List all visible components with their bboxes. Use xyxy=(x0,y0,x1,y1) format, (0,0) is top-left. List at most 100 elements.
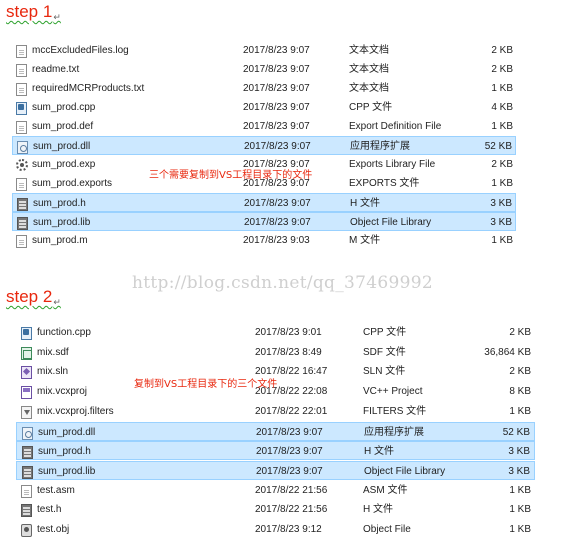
obj-file-icon xyxy=(21,524,32,537)
file-date: 2017/8/22 21:56 xyxy=(255,484,328,496)
file-row[interactable]: sum_prod.m 2017/8/23 9:03 M 文件 1 KB xyxy=(12,231,516,250)
file-name: test.obj xyxy=(37,524,70,535)
file-type: Exports Library File xyxy=(349,159,436,170)
file-size: 52 KB xyxy=(484,141,512,152)
text-doc-icon xyxy=(21,484,32,498)
file-row[interactable]: mccExcludedFiles.log 2017/8/23 9:07 文本文档 2 … xyxy=(12,41,516,60)
file-size: 2 KB xyxy=(491,45,513,56)
file-name: sum_prod.exp xyxy=(32,159,96,170)
text-doc-icon xyxy=(16,64,27,77)
file-name: test.h xyxy=(37,504,62,516)
file-size: 1 KB xyxy=(509,524,531,535)
file-row[interactable]: function.cpp 2017/8/23 9:01 CPP 文件 2 KB xyxy=(16,323,535,342)
file-type: FILTERS 文件 xyxy=(363,405,427,417)
text-doc-icon xyxy=(16,178,27,191)
file-type: H 文件 xyxy=(364,446,394,458)
file-row[interactable]: sum_prod.lib 2017/8/23 9:07 Object File Li… xyxy=(16,460,535,480)
file-date: 2017/8/23 9:01 xyxy=(255,327,322,338)
file-type: ASM 文件 xyxy=(363,484,408,496)
file-size: 1 KB xyxy=(491,178,513,189)
file-name: sum_prod.dll xyxy=(33,141,91,152)
file-name: mix.sln xyxy=(37,366,69,378)
filters-file-icon xyxy=(21,405,32,419)
file-name: sum_prod.m xyxy=(32,235,88,246)
file-type: SLN 文件 xyxy=(363,366,406,378)
file-size: 3 KB xyxy=(508,446,530,458)
file-size: 1 KB xyxy=(491,83,513,94)
file-type: CPP 文件 xyxy=(363,327,407,338)
file-date: 2017/8/23 9:07 xyxy=(243,64,310,75)
file-row[interactable]: sum_prod.dll 2017/8/23 9:07 应用程序扩展 52 KB xyxy=(12,136,516,155)
file-name: readme.txt xyxy=(32,64,80,75)
file-row[interactable]: test.h 2017/8/22 21:56 H 文件 1 KB xyxy=(16,500,535,519)
dll-file-icon xyxy=(22,426,33,440)
file-type: M 文件 xyxy=(349,235,381,246)
file-date: 2017/8/23 9:07 xyxy=(256,465,323,477)
file-row[interactable]: test.obj 2017/8/23 9:12 Object File 1 KB xyxy=(16,520,535,539)
lib-file-icon xyxy=(17,217,28,230)
file-name: mix.vcxproj xyxy=(37,386,88,398)
file-date: 2017/8/23 9:07 xyxy=(243,45,310,56)
file-type: SDF 文件 xyxy=(363,346,406,358)
file-type: 文本文档 xyxy=(349,45,389,56)
file-date: 2017/8/23 9:07 xyxy=(243,83,310,94)
file-row[interactable]: mix.sdf 2017/8/23 8:49 SDF 文件 36,864 KB xyxy=(16,343,535,362)
file-row[interactable]: sum_prod.h 2017/8/23 9:07 H 文件 3 KB xyxy=(12,193,516,212)
file-size: 1 KB xyxy=(509,504,531,516)
file-date: 2017/8/23 9:07 xyxy=(256,426,323,438)
file-name: sum_prod.lib xyxy=(33,217,91,228)
file-name: mix.vcxproj.filters xyxy=(37,405,114,417)
file-size: 2 KB xyxy=(491,64,513,75)
file-row[interactable]: sum_prod.def 2017/8/23 9:07 Export Definit… xyxy=(12,117,516,136)
watermark: http://blog.csdn.net/qq_37469992 xyxy=(132,273,433,293)
file-row[interactable]: sum_prod.lib 2017/8/23 9:07 Object File Li… xyxy=(12,212,516,231)
file-size: 3 KB xyxy=(490,217,512,228)
file-name: sum_prod.def xyxy=(32,121,94,132)
file-date: 2017/8/23 9:07 xyxy=(244,141,311,152)
def-file-icon xyxy=(16,121,27,134)
file-row[interactable]: mix.vcxproj.filters 2017/8/22 22:01 FILTER… xyxy=(16,402,535,421)
header-file-icon xyxy=(21,504,32,518)
file-size: 3 KB xyxy=(508,465,530,477)
file-row[interactable]: sum_prod.cpp 2017/8/23 9:07 CPP 文件 4 KB xyxy=(12,98,516,117)
file-row[interactable]: sum_prod.dll 2017/8/23 9:07 应用程序扩展 52 KB xyxy=(16,421,535,441)
lib-file-icon xyxy=(22,465,33,479)
file-date: 2017/8/23 9:07 xyxy=(244,217,311,228)
file-date: 2017/8/23 9:12 xyxy=(255,524,322,535)
file-type: H 文件 xyxy=(350,198,380,209)
file-type: 文本文档 xyxy=(349,83,389,94)
file-size: 2 KB xyxy=(509,366,531,378)
file-row[interactable]: requiredMCRProducts.txt 2017/8/23 9:07 文本文… xyxy=(12,79,516,98)
file-date: 2017/8/23 9:07 xyxy=(256,446,323,458)
file-date: 2017/8/23 9:07 xyxy=(244,198,311,209)
file-name: sum_prod.lib xyxy=(38,465,96,477)
file-type: Object File Library xyxy=(364,465,446,477)
step2-title: step 2↵ xyxy=(6,287,61,307)
file-name: sum_prod.exports xyxy=(32,178,113,189)
file-type: Object File xyxy=(363,524,411,535)
file-name: requiredMCRProducts.txt xyxy=(32,83,145,94)
file-date: 2017/8/23 8:49 xyxy=(255,346,322,358)
file-date: 2017/8/22 21:56 xyxy=(255,504,328,516)
file-row[interactable]: readme.txt 2017/8/23 9:07 文本文档 2 KB xyxy=(12,60,516,79)
file-size: 3 KB xyxy=(490,198,512,209)
file-size: 4 KB xyxy=(491,102,513,113)
database-file-icon xyxy=(21,346,32,360)
file-row[interactable]: sum_prod.h 2017/8/23 9:07 H 文件 3 KB xyxy=(16,441,535,461)
file-type: CPP 文件 xyxy=(349,102,393,113)
file-size: 1 KB xyxy=(509,484,531,496)
file-type: Object File Library xyxy=(350,217,432,228)
file-name: test.asm xyxy=(37,484,75,496)
cpp-file-icon xyxy=(16,102,27,115)
file-date: 2017/8/23 9:03 xyxy=(243,235,310,246)
file-row[interactable]: test.asm 2017/8/22 21:56 ASM 文件 1 KB xyxy=(16,481,535,500)
file-size: 1 KB xyxy=(509,405,531,417)
file-name: sum_prod.h xyxy=(38,446,91,458)
file-type: H 文件 xyxy=(363,504,393,516)
cpp-file-icon xyxy=(21,327,32,340)
file-size: 2 KB xyxy=(509,327,531,338)
step1-note: 三个需要复制到VS工程目录下的文件 xyxy=(149,170,313,181)
file-name: sum_prod.cpp xyxy=(32,102,96,113)
dll-file-icon xyxy=(17,141,28,154)
step2-note: 复制到VS工程目录下的三个文件 xyxy=(134,379,278,390)
